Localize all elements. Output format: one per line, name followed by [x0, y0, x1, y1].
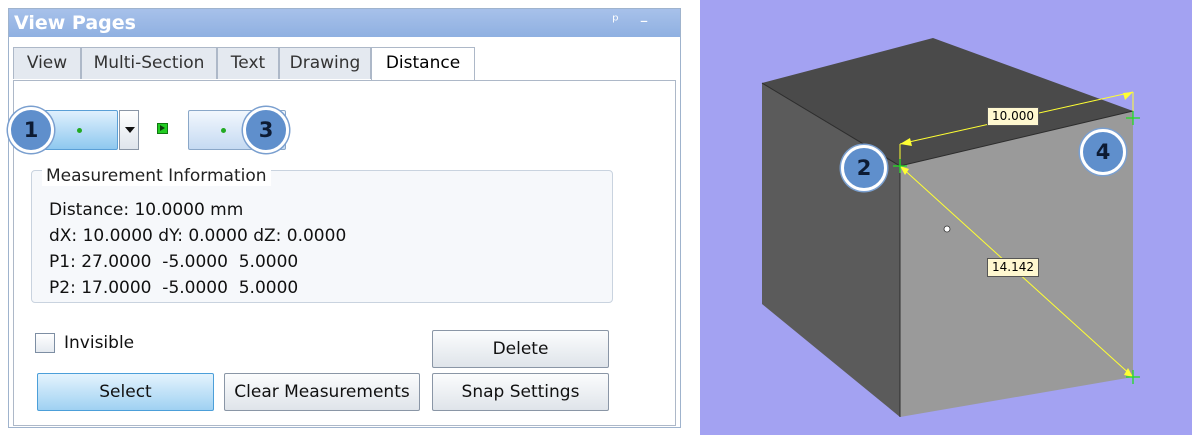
point1-coordinates: P1: 27.0000 -5.0000 5.0000: [49, 252, 299, 272]
clear-measurements-button[interactable]: Clear Measurements: [224, 373, 420, 411]
cube-scene: [761, 38, 1140, 417]
invisible-checkbox[interactable]: [35, 333, 55, 353]
delete-button[interactable]: Delete: [432, 330, 609, 368]
panel-titlebar: View Pages ᵖ –: [9, 9, 680, 37]
callout-badge-3: 3: [243, 107, 289, 153]
callout-badge-2: 2: [841, 145, 887, 191]
point2-coordinates: P2: 17.0000 -5.0000 5.0000: [49, 278, 299, 298]
pin-minimize-icons[interactable]: ᵖ –: [612, 11, 656, 30]
point-dot-icon: [77, 128, 82, 133]
point-dot-icon: [221, 128, 226, 133]
callout-badge-4: 4: [1080, 129, 1126, 175]
arrow-connector-icon: [157, 123, 168, 134]
3d-viewport[interactable]: 10.000 14.142 2 4: [700, 0, 1192, 435]
invisible-label: Invisible: [64, 333, 135, 353]
arrowhead-icon: [1123, 92, 1133, 100]
callout-badge-1: 1: [8, 107, 54, 153]
center-point-icon: [943, 225, 951, 233]
chevron-down-icon: [125, 127, 135, 133]
snap-settings-button[interactable]: Snap Settings: [432, 373, 609, 411]
tab-view[interactable]: View: [13, 47, 81, 79]
tab-drawing[interactable]: Drawing: [279, 47, 371, 79]
dimension-label-diagonal: 14.142: [987, 258, 1039, 277]
dimension-label-top: 10.000: [987, 107, 1039, 126]
tab-distance[interactable]: Distance: [371, 47, 475, 81]
select-button[interactable]: Select: [37, 373, 214, 411]
distance-value: Distance: 10.0000 mm: [49, 200, 244, 220]
measurement-info-title: Measurement Information: [42, 166, 271, 186]
panel-title: View Pages: [14, 12, 136, 34]
tab-multi-section[interactable]: Multi-Section: [81, 47, 217, 79]
delta-values: dX: 10.0000 dY: 0.0000 dZ: 0.0000: [49, 226, 347, 246]
tab-text[interactable]: Text: [217, 47, 279, 79]
first-point-dropdown[interactable]: [119, 110, 139, 150]
